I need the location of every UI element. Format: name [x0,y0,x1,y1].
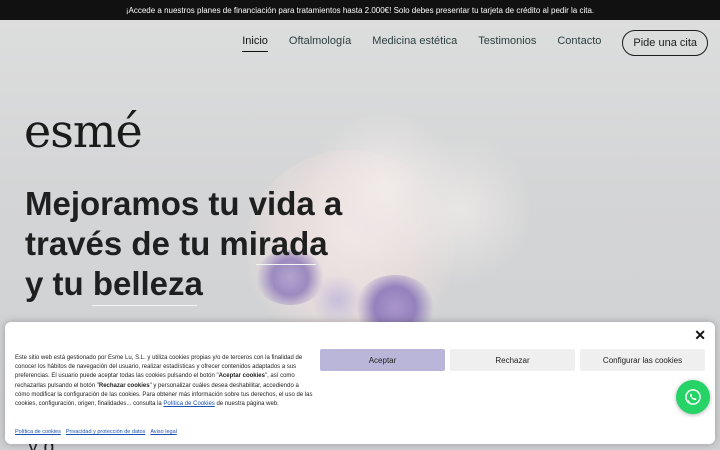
nav-medicina-estetica[interactable]: Medicina estética [372,35,457,51]
accept-cookies-button[interactable]: Aceptar [320,349,445,371]
nav-oftalmologia[interactable]: Oftalmología [289,35,351,51]
book-appointment-button[interactable]: Pide una cita [622,30,708,56]
cookie-policy-link[interactable]: Política de Cookies [163,401,214,407]
nav-contacto[interactable]: Contacto [557,35,601,51]
nav-testimonios[interactable]: Testimonios [478,35,536,51]
main-nav: Inicio Oftalmología Medicina estética Te… [242,30,708,56]
reject-cookies-button[interactable]: Rechazar [450,349,575,371]
cookie-text-bold: Aceptar cookies [218,373,265,380]
hero-flower-petal [390,130,530,290]
legal-notice-link[interactable]: Aviso legal [150,429,177,435]
brand-logo[interactable]: esmé [24,108,143,154]
nav-inicio[interactable]: Inicio [242,35,268,52]
cookie-policy-footer-link[interactable]: Política de cookies [15,429,61,435]
whatsapp-icon [685,389,701,405]
configure-cookies-button[interactable]: Configurar las cookies [580,349,705,371]
announcement-text: ¡Accede a nuestros planes de financiació… [125,5,595,15]
close-icon[interactable]: ✕ [694,327,706,344]
privacy-link[interactable]: Privacidad y protección de datos [66,429,146,435]
decorative-underline [256,264,316,265]
hero-tagline: Mejoramos tu vida a través de tu mirada … [25,184,365,304]
cookie-buttons: Aceptar Rechazar Configurar las cookies [320,349,705,371]
cookie-text-bold: Rechazar cookies [98,382,150,389]
tagline-line: y tu belleza [25,265,203,302]
cookie-text-part: de nuestra página web. [214,401,279,408]
cookie-description: Este sitio web está gestionado por Esme … [15,354,315,409]
announcement-bar: ¡Accede a nuestros planes de financiació… [0,0,720,20]
tagline-line: través de tu mirada [25,225,328,262]
tagline-line: Mejoramos tu vida a [25,185,343,222]
decorative-underline [92,305,197,306]
whatsapp-button[interactable] [676,380,710,414]
cookie-footer-links: Política de cookies Privacidad y protecc… [15,429,177,435]
cookie-banner: ✕ Este sitio web está gestionado por Esm… [5,322,715,444]
